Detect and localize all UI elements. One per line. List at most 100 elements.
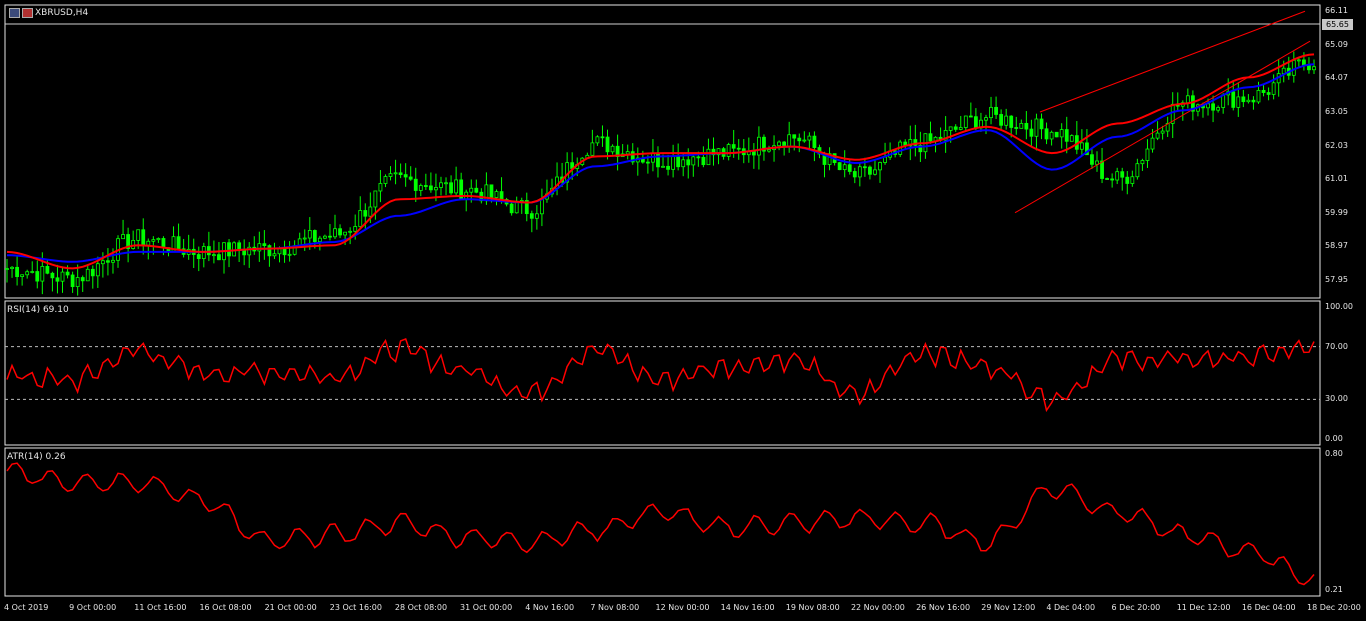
candle-body: [1059, 129, 1064, 138]
candle-body: [1090, 154, 1094, 165]
candle-body: [1140, 160, 1145, 165]
candle-body: [590, 142, 595, 156]
candle-body: [1019, 122, 1024, 129]
time-tick-label: 6 Dec 20:00: [1111, 603, 1161, 612]
candle-body: [85, 268, 90, 282]
price-tick-label: 59.99: [1325, 207, 1348, 217]
price-tick-label: 66.11: [1325, 6, 1348, 16]
candle-body: [358, 210, 363, 227]
candle-body: [928, 133, 933, 142]
candle-body: [20, 274, 25, 278]
candle-body: [1241, 96, 1246, 103]
candle-body: [282, 248, 287, 256]
candle-body: [262, 243, 267, 247]
candle-body: [90, 268, 95, 277]
candle-body: [373, 190, 378, 208]
candle-body: [111, 259, 115, 263]
candle-body: [610, 145, 615, 153]
ma-slow-line: [6, 63, 1315, 263]
candle-body: [403, 174, 408, 178]
candle-body: [75, 277, 80, 288]
candle-body: [857, 166, 862, 178]
time-tick-label: 9 Oct 00:00: [69, 603, 117, 612]
time-tick-label: 7 Nov 08:00: [590, 603, 640, 612]
candle-body: [757, 136, 761, 156]
candle-body: [837, 162, 842, 171]
time-tick-label: 23 Oct 16:00: [329, 603, 382, 612]
current-price-tag: 65.65: [1322, 19, 1353, 30]
ma-fast-line: [6, 53, 1315, 270]
time-tick-label: 16 Dec 04:00: [1241, 603, 1296, 612]
candle-body: [474, 187, 479, 193]
candle-body: [1231, 91, 1236, 108]
time-tick-label: 21 Oct 00:00: [264, 603, 317, 612]
window-title: XBRUSD,H4: [35, 8, 89, 18]
candle-body: [1039, 118, 1044, 130]
chart-window-icon: [9, 8, 20, 18]
candle-body: [312, 230, 317, 242]
candle-body: [206, 246, 211, 256]
price-tick-label: 63.05: [1325, 106, 1348, 116]
candle-body: [1079, 142, 1084, 150]
candle-body: [1145, 148, 1150, 161]
chart-canvas[interactable]: [0, 0, 1366, 621]
candle-body: [1266, 92, 1271, 95]
candle-body: [777, 141, 781, 147]
candle-body: [999, 114, 1004, 126]
candle-body: [1312, 66, 1316, 71]
candle-body: [449, 182, 453, 194]
window-icons: [9, 8, 33, 18]
candle-body: [1246, 99, 1251, 103]
time-tick-label: 4 Oct 2019: [4, 603, 49, 612]
candle-body: [444, 182, 448, 185]
candle-body: [1291, 59, 1296, 76]
candle-body: [1150, 137, 1155, 150]
candle-body: [1155, 132, 1160, 139]
candle-body: [257, 243, 262, 252]
candle-body: [605, 136, 610, 153]
candle-body: [323, 235, 327, 239]
candle-body: [489, 184, 494, 198]
candle-body: [595, 136, 600, 144]
candle-body: [1271, 82, 1276, 95]
candle-body: [1125, 176, 1130, 184]
time-tick-label: 4 Dec 04:00: [1046, 603, 1096, 612]
candle-body: [469, 187, 474, 193]
candle-body: [676, 156, 681, 168]
candle-body: [302, 237, 307, 240]
candle-body: [1069, 135, 1074, 142]
candle-body: [338, 228, 342, 236]
candle-body: [1256, 89, 1261, 103]
candle-body: [868, 166, 872, 175]
candle-body: [5, 268, 9, 270]
candle-body: [656, 152, 660, 168]
candle-body: [661, 165, 665, 168]
candle-body: [95, 263, 100, 277]
candle-body: [25, 271, 30, 276]
candle-body: [701, 156, 706, 166]
time-tick-label: 11 Oct 16:00: [134, 603, 187, 612]
candle-body: [706, 148, 711, 166]
time-tick-label: 22 Nov 00:00: [850, 603, 905, 612]
candle-body: [383, 176, 388, 184]
candle-body: [494, 191, 499, 198]
time-tick-label: 29 Nov 12:00: [981, 603, 1036, 612]
candle-body: [267, 245, 272, 257]
candle-body: [378, 183, 383, 192]
time-tick-label: 16 Oct 08:00: [199, 603, 252, 612]
time-tick-label: 14 Nov 16:00: [720, 603, 775, 612]
channel-lower-line: [1014, 40, 1311, 214]
atr-line: [6, 462, 1315, 586]
candle-body: [428, 185, 433, 191]
candle-body: [1044, 128, 1049, 140]
candle-body: [666, 165, 670, 170]
candle-body: [348, 230, 353, 233]
candle-body: [343, 231, 348, 236]
candle-body: [333, 228, 337, 238]
candle-body: [1034, 118, 1039, 137]
candle-body: [994, 106, 998, 115]
candle-body: [454, 179, 459, 194]
time-tick-label: 12 Nov 00:00: [655, 603, 710, 612]
candle-body: [1211, 103, 1215, 111]
candle-body: [317, 237, 322, 242]
